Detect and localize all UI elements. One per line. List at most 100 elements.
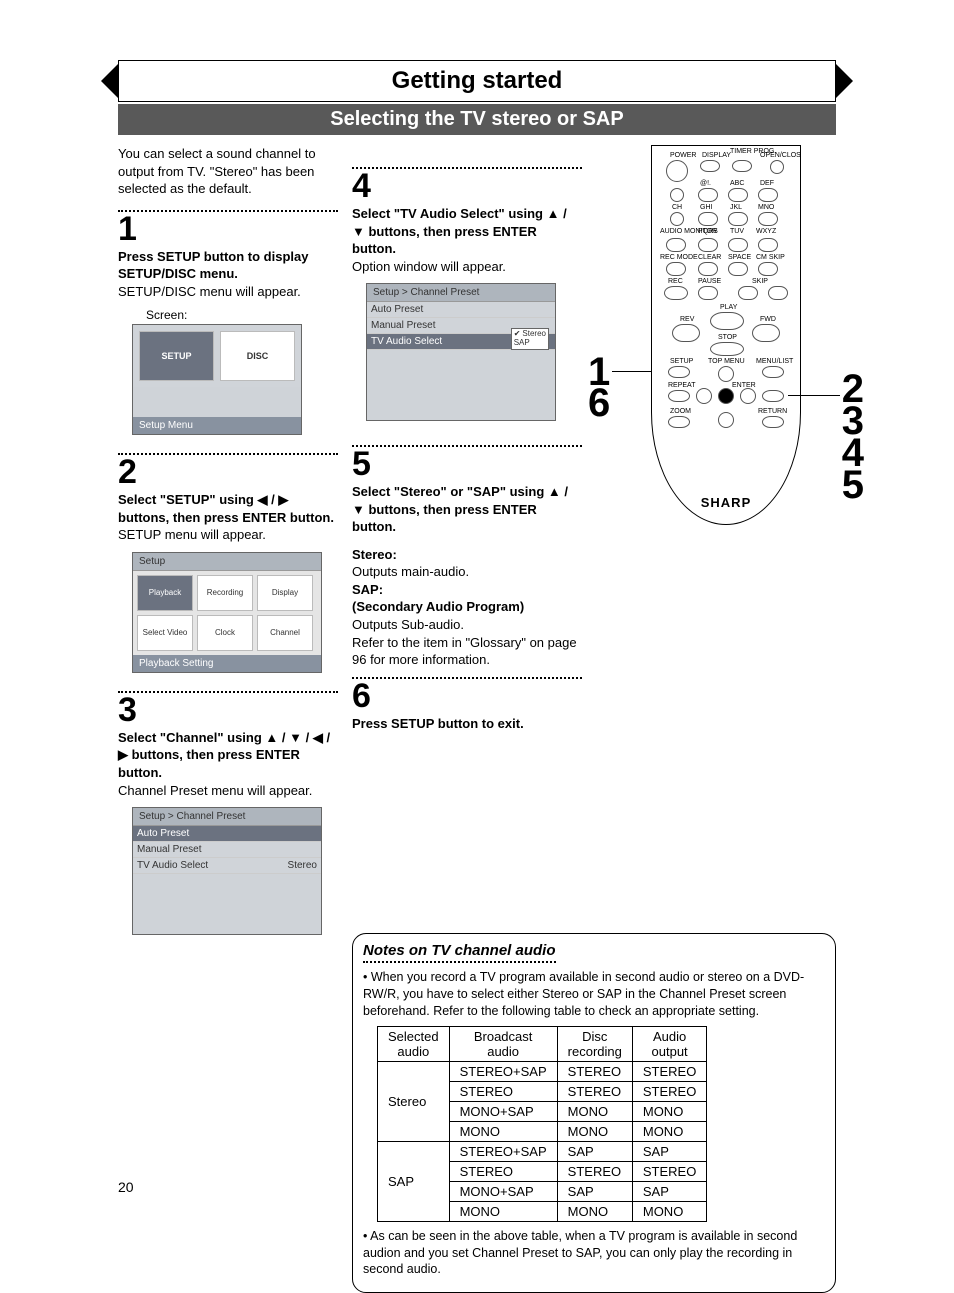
remote-brand: SHARP [652, 495, 800, 510]
osd-row: Manual Preset [133, 842, 321, 858]
remote-label-openclose: OPEN/CLOSE [760, 152, 801, 159]
osd-cell: Playback [137, 575, 193, 611]
arrow-left-icon [313, 730, 323, 745]
step-3-number: 3 [118, 693, 338, 727]
remote-btn-rec [664, 286, 688, 300]
remote-btn-timer [732, 160, 752, 172]
notes-box: Notes on TV channel audio • When you rec… [352, 933, 836, 1293]
osd-setup-disc: SETUP DISC Setup Menu [132, 324, 302, 435]
remote-btn-stop [710, 342, 744, 356]
remote-btn-0 [728, 262, 748, 276]
remote-btn-recmode [666, 262, 686, 276]
arrow-right-icon [118, 747, 128, 762]
step-2-head: Select "SETUP" using / buttons, then pre… [118, 491, 338, 526]
remote-btn-power [666, 160, 688, 182]
remote-btn-ch-up [670, 188, 684, 202]
step-5-body: Stereo: Outputs main-audio. SAP: (Second… [352, 546, 582, 669]
remote-btn-openclose [770, 160, 784, 174]
remote-btn-pause [698, 286, 718, 300]
remote-btn-menulist [762, 366, 784, 378]
arrow-up-icon [265, 730, 278, 745]
remote-btn-monitor [666, 238, 686, 252]
remote-diagram: POWER DISPLAY TIMER PROG. OPEN/CLOSE @!.… [616, 145, 836, 525]
remote-btn-fwd [752, 324, 780, 342]
osd-row: Auto Preset [133, 826, 321, 842]
remote-btn-play [710, 312, 744, 330]
remote-btn-8 [728, 238, 748, 252]
remote-btn-up [718, 366, 734, 382]
remote-btn-ch-down [670, 212, 684, 226]
screen-label: Screen: [146, 308, 338, 322]
remote-btn-clear [698, 262, 718, 276]
osd-head-3: Setup > Channel Preset [133, 808, 321, 826]
step-2-number: 2 [118, 455, 338, 489]
step-4-body: Option window will appear. [352, 258, 582, 276]
arrow-up-icon [547, 206, 560, 221]
remote-btn-skip-fwd [768, 286, 788, 300]
osd-cell: Display [257, 575, 313, 611]
osd-channel-preset: Setup > Channel Preset Auto Preset Manua… [132, 807, 322, 935]
remote-btn-blank [762, 390, 784, 402]
remote-label-power: POWER [670, 152, 696, 159]
page-title: Getting started [118, 60, 836, 102]
remote-btn-repeat [668, 390, 690, 402]
osd-cell: Select Video [137, 615, 193, 651]
remote-btn-left [696, 388, 712, 404]
remote-btn-3 [758, 188, 778, 202]
notes-p2: • As can be seen in the above table, whe… [363, 1228, 825, 1279]
step-1-body: SETUP/DISC menu will appear. [118, 283, 338, 301]
page-number: 20 [118, 1179, 134, 1195]
remote-btn-cmskip [758, 262, 778, 276]
remote-btn-display [700, 160, 720, 172]
osd-disc-label: DISC [247, 351, 269, 361]
remote-btn-enter [718, 388, 734, 404]
osd-head-2: Setup [133, 553, 321, 571]
step-6-number: 6 [352, 679, 582, 713]
arrow-down-icon [352, 502, 365, 517]
osd-cell: Clock [197, 615, 253, 651]
option-sap: SAP [514, 339, 546, 348]
section-title: Selecting the TV stereo or SAP [118, 104, 836, 135]
arrow-right-icon [278, 492, 288, 507]
osd-foot-1: Setup Menu [133, 417, 301, 434]
remote-btn-right [740, 388, 756, 404]
remote-label-timer: TIMER PROG. [730, 148, 760, 155]
osd-cell: Recording [197, 575, 253, 611]
step-4-number: 4 [352, 169, 582, 203]
remote-btn-5 [728, 212, 748, 226]
remote-btn-1 [698, 188, 718, 202]
osd-head-4: Setup > Channel Preset [367, 284, 555, 302]
step-5-number: 5 [352, 447, 582, 481]
option-popup: Stereo SAP [511, 328, 549, 350]
intro-text: You can select a sound channel to output… [118, 145, 338, 198]
step-1-number: 1 [118, 212, 338, 246]
notes-title: Notes on TV channel audio [363, 942, 556, 963]
osd-row: TV Audio SelectStereo [133, 858, 321, 874]
osd-setup-menu: Setup Playback Recording Display Select … [132, 552, 322, 673]
remote-btn-skip-back [738, 286, 758, 300]
remote-btn-down [718, 412, 734, 428]
remote-btn-setup [668, 366, 690, 378]
arrow-left-icon [257, 492, 267, 507]
osd-setup-label: SETUP [161, 351, 191, 361]
arrow-down-icon [289, 730, 302, 745]
remote-btn-return [762, 416, 784, 428]
remote-btn-2 [728, 188, 748, 202]
step-6-head: Press SETUP button to exit. [352, 715, 582, 733]
osd-foot-2: Playback Setting [133, 655, 321, 672]
remote-btn-9 [758, 238, 778, 252]
callout-5: 5 [842, 463, 864, 508]
remote-label-display: DISPLAY [702, 152, 731, 159]
osd-row: Auto Preset [367, 302, 555, 318]
arrow-down-icon [352, 224, 365, 239]
remote-btn-rev [672, 324, 700, 342]
remote-btn-7 [698, 238, 718, 252]
step-2-body: SETUP menu will appear. [118, 526, 338, 544]
step-3-body: Channel Preset menu will appear. [118, 782, 338, 800]
audio-table: Selectedaudio Broadcastaudio Discrecordi… [377, 1026, 707, 1222]
notes-p1: • When you record a TV program available… [363, 969, 825, 1020]
step-5-head: Select "Stereo" or "SAP" using / buttons… [352, 483, 582, 536]
osd-tv-audio-select: Setup > Channel Preset Auto Preset Manua… [366, 283, 556, 421]
step-4-head: Select "TV Audio Select" using / buttons… [352, 205, 582, 258]
remote-btn-6 [758, 212, 778, 226]
